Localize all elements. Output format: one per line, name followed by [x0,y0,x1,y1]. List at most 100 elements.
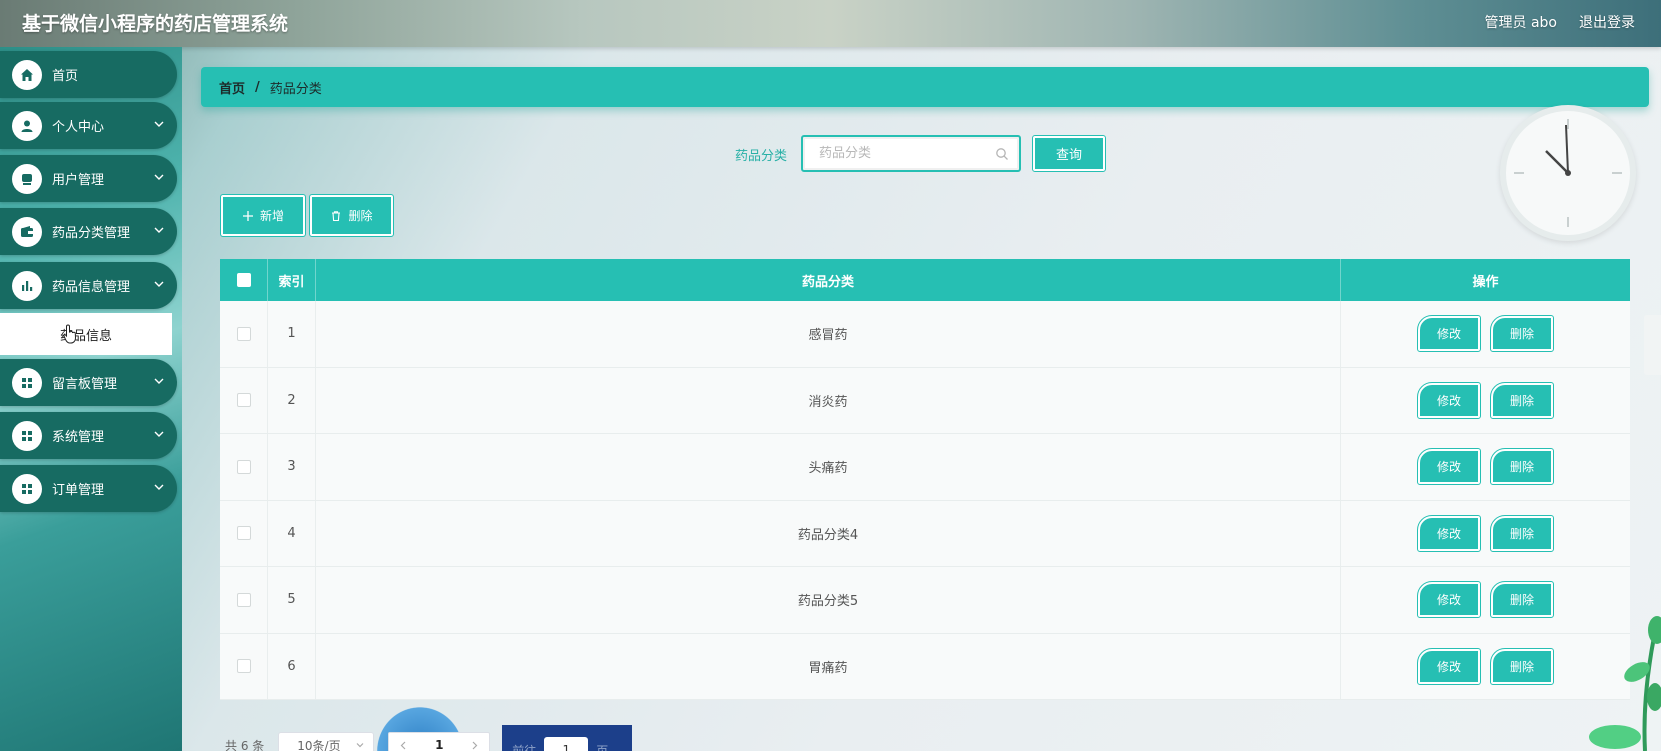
row-index: 4 [268,500,316,566]
page-size-select[interactable]: 10条/页 [278,732,375,751]
sidebar-item-personal-center[interactable]: 个人中心 [0,102,177,149]
add-button[interactable]: 新增 [220,194,306,237]
row-index: 2 [268,367,316,433]
category-table: 索引 药品分类 操作 1 感冒药 修改 删除 2 消炎药 修改 删除 3 头痛药… [220,259,1630,700]
chevron-down-icon [154,431,164,437]
chevron-down-icon [356,743,364,748]
row-index: 3 [268,434,316,500]
select-all-cell [220,259,268,301]
clock-decoration [1500,105,1636,241]
sidebar-item-drug-info-management[interactable]: 药品信息管理 [0,262,177,309]
page-navigator: 1 [388,732,491,751]
edit-button[interactable]: 修改 [1417,315,1481,353]
edit-button[interactable]: 修改 [1417,381,1481,419]
page-size-value: 10条/页 [297,738,341,751]
row-checkbox[interactable] [236,526,251,541]
grid-icon [12,420,42,451]
row-checkbox[interactable] [236,459,251,474]
edit-button[interactable]: 修改 [1417,448,1481,486]
breadcrumb: 首页 / 药品分类 [201,67,1649,107]
row-checkbox[interactable] [236,659,251,674]
search-icon[interactable] [995,147,1009,161]
goto-page: 前往 1 页 [502,725,633,751]
pagination-total: 共 6 条 [225,738,265,751]
chevron-down-icon [154,227,164,233]
breadcrumb-separator: / [255,79,260,95]
sidebar-item-home[interactable]: 首页 [0,51,177,98]
chevron-down-icon [154,484,164,490]
row-category: 消炎药 [316,367,1341,433]
goto-page-input[interactable]: 1 [544,737,589,751]
sidebar-item-user-management[interactable]: 用户管理 [0,155,177,202]
sidebar-item-label: 首页 [52,69,79,84]
sidebar-item-label: 药品分类管理 [52,226,131,241]
edit-button[interactable]: 修改 [1417,581,1481,619]
row-checkbox[interactable] [236,592,251,607]
sidebar-item-system-management[interactable]: 系统管理 [0,412,177,459]
sidebar-item-order-management[interactable]: 订单管理 [0,465,177,512]
grid-icon [12,473,42,504]
table-row: 2 消炎药 修改 删除 [220,367,1630,434]
sidebar-item-label: 药品信息管理 [52,280,131,295]
breadcrumb-home[interactable]: 首页 [219,78,245,97]
row-checkbox[interactable] [236,326,251,341]
prev-page-icon[interactable] [399,741,408,750]
pagination: 共 6 条 10条/页 1 前往 1 页 [225,715,633,751]
goto-suffix: 页 [596,743,609,751]
users-icon [12,163,42,194]
sidebar-item-category-management[interactable]: 药品分类管理 [0,208,177,255]
table-row: 3 头痛药 修改 删除 [220,434,1630,501]
breadcrumb-current: 药品分类 [269,81,322,97]
hand-cursor-icon [63,324,77,344]
plus-icon [242,210,253,221]
search-field-wrapper [801,135,1021,172]
batch-delete-button[interactable]: 删除 [309,194,394,237]
chevron-down-icon [154,174,164,180]
sidebar-item-label: 系统管理 [52,430,105,445]
next-page-icon[interactable] [470,741,479,750]
row-category: 胃痛药 [316,633,1341,699]
wallet-icon [12,216,42,247]
query-button[interactable]: 查询 [1032,135,1106,172]
edit-button[interactable]: 修改 [1417,514,1481,552]
bar-chart-icon [12,270,42,301]
sidebar-item-label: 用户管理 [52,173,105,188]
header-user-area: 管理员 abo 退出登录 [1485,12,1635,32]
user-icon [12,110,42,141]
scroll-handle[interactable] [1644,315,1661,375]
table-row: 4 药品分类4 修改 删除 [220,500,1630,567]
row-index: 5 [268,567,316,633]
header-category: 药品分类 [316,259,1341,301]
logout-link[interactable]: 退出登录 [1579,12,1635,32]
row-checkbox[interactable] [236,393,251,408]
delete-button[interactable]: 删除 [1490,514,1554,552]
table-row: 5 药品分类5 修改 删除 [220,567,1630,634]
row-index: 6 [268,633,316,699]
edit-button[interactable]: 修改 [1417,647,1481,685]
sidebar-item-label: 订单管理 [52,483,105,498]
app-title: 基于微信小程序的药店管理系统 [22,13,289,35]
delete-button[interactable]: 删除 [1490,381,1554,419]
search-input[interactable] [803,137,1019,170]
delete-button-label: 删除 [348,209,373,223]
header-index: 索引 [268,259,316,301]
header-operation: 操作 [1472,274,1499,290]
chevron-down-icon [154,281,164,287]
sidebar-item-message-board[interactable]: 留言板管理 [0,359,177,406]
row-category: 药品分类5 [316,567,1341,633]
plant-decoration [1589,616,1661,751]
delete-button[interactable]: 删除 [1490,448,1554,486]
home-icon [12,59,42,90]
top-header: 基于微信小程序的药店管理系统 管理员 abo 退出登录 [0,0,1661,47]
row-category: 头痛药 [316,434,1341,500]
submenu-drug-info[interactable]: 药品信息 [0,313,172,355]
delete-button[interactable]: 删除 [1490,315,1554,353]
delete-button[interactable]: 删除 [1490,581,1554,619]
search-label: 药品分类 [735,149,788,164]
current-page[interactable]: 1 [435,738,443,751]
delete-button[interactable]: 删除 [1490,647,1554,685]
select-all-checkbox[interactable] [236,273,251,287]
sidebar-item-label: 个人中心 [52,120,105,135]
table-header: 索引 药品分类 操作 [220,259,1630,301]
trash-icon [332,210,341,221]
